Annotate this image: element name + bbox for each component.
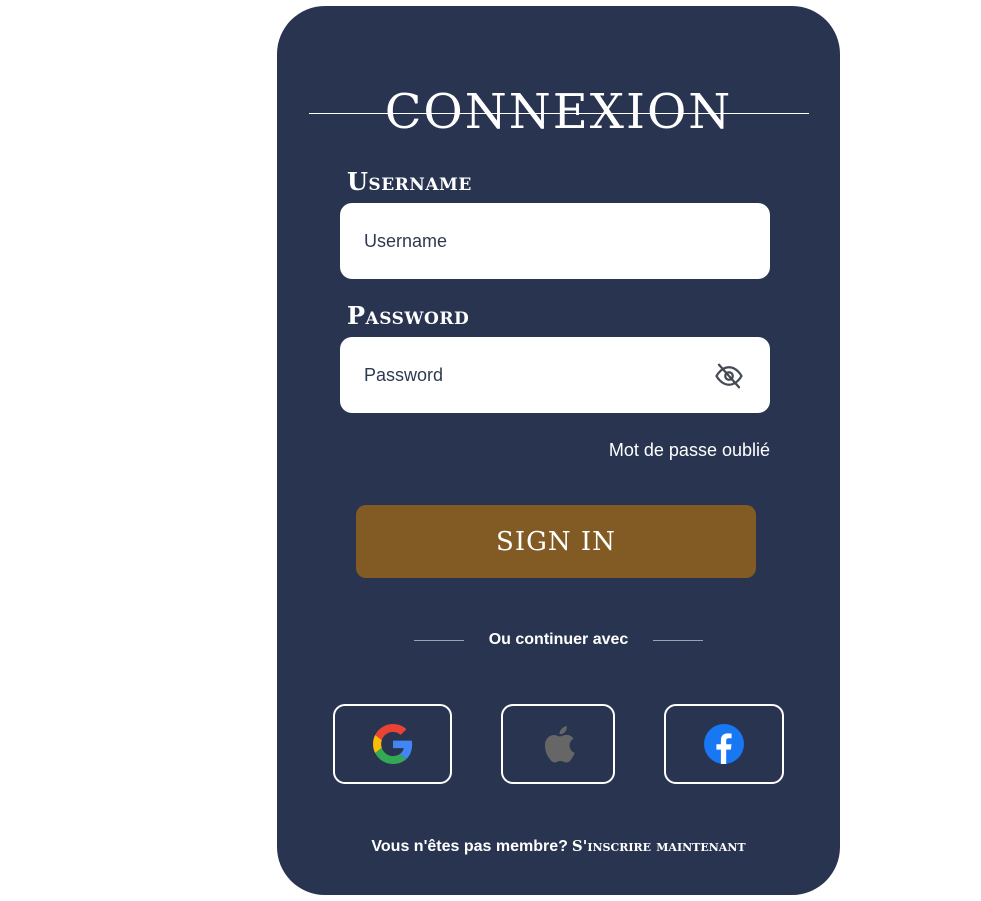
signup-question: Vous n'êtes pas membre? [371, 838, 568, 855]
divider-text: Ou continuer avec [488, 631, 629, 648]
facebook-login-button[interactable] [664, 704, 784, 784]
username-label: Username [347, 167, 472, 196]
google-login-button[interactable] [333, 704, 452, 784]
password-input[interactable] [364, 337, 694, 413]
username-field-box [340, 203, 770, 279]
divider-line-right [653, 640, 703, 641]
forgot-password-link[interactable]: Mot de passe oublié [577, 439, 770, 461]
sign-in-button[interactable]: SIGN IN [356, 505, 756, 578]
password-field-box [340, 337, 770, 413]
signup-link[interactable]: S'inscrire maintenant [572, 837, 746, 855]
title-divider [309, 113, 809, 114]
divider-line-left [414, 640, 464, 641]
google-icon [372, 724, 412, 764]
facebook-icon [704, 724, 744, 764]
login-card: CONNEXION Username Password Mot de passe… [277, 6, 840, 895]
signup-prompt: Vous n'êtes pas membre? S'inscrire maint… [277, 835, 840, 858]
eye-off-icon[interactable] [714, 361, 744, 391]
password-label: Password [347, 301, 470, 330]
apple-icon [544, 726, 575, 763]
apple-login-button[interactable] [501, 704, 615, 784]
username-input[interactable] [364, 203, 694, 279]
